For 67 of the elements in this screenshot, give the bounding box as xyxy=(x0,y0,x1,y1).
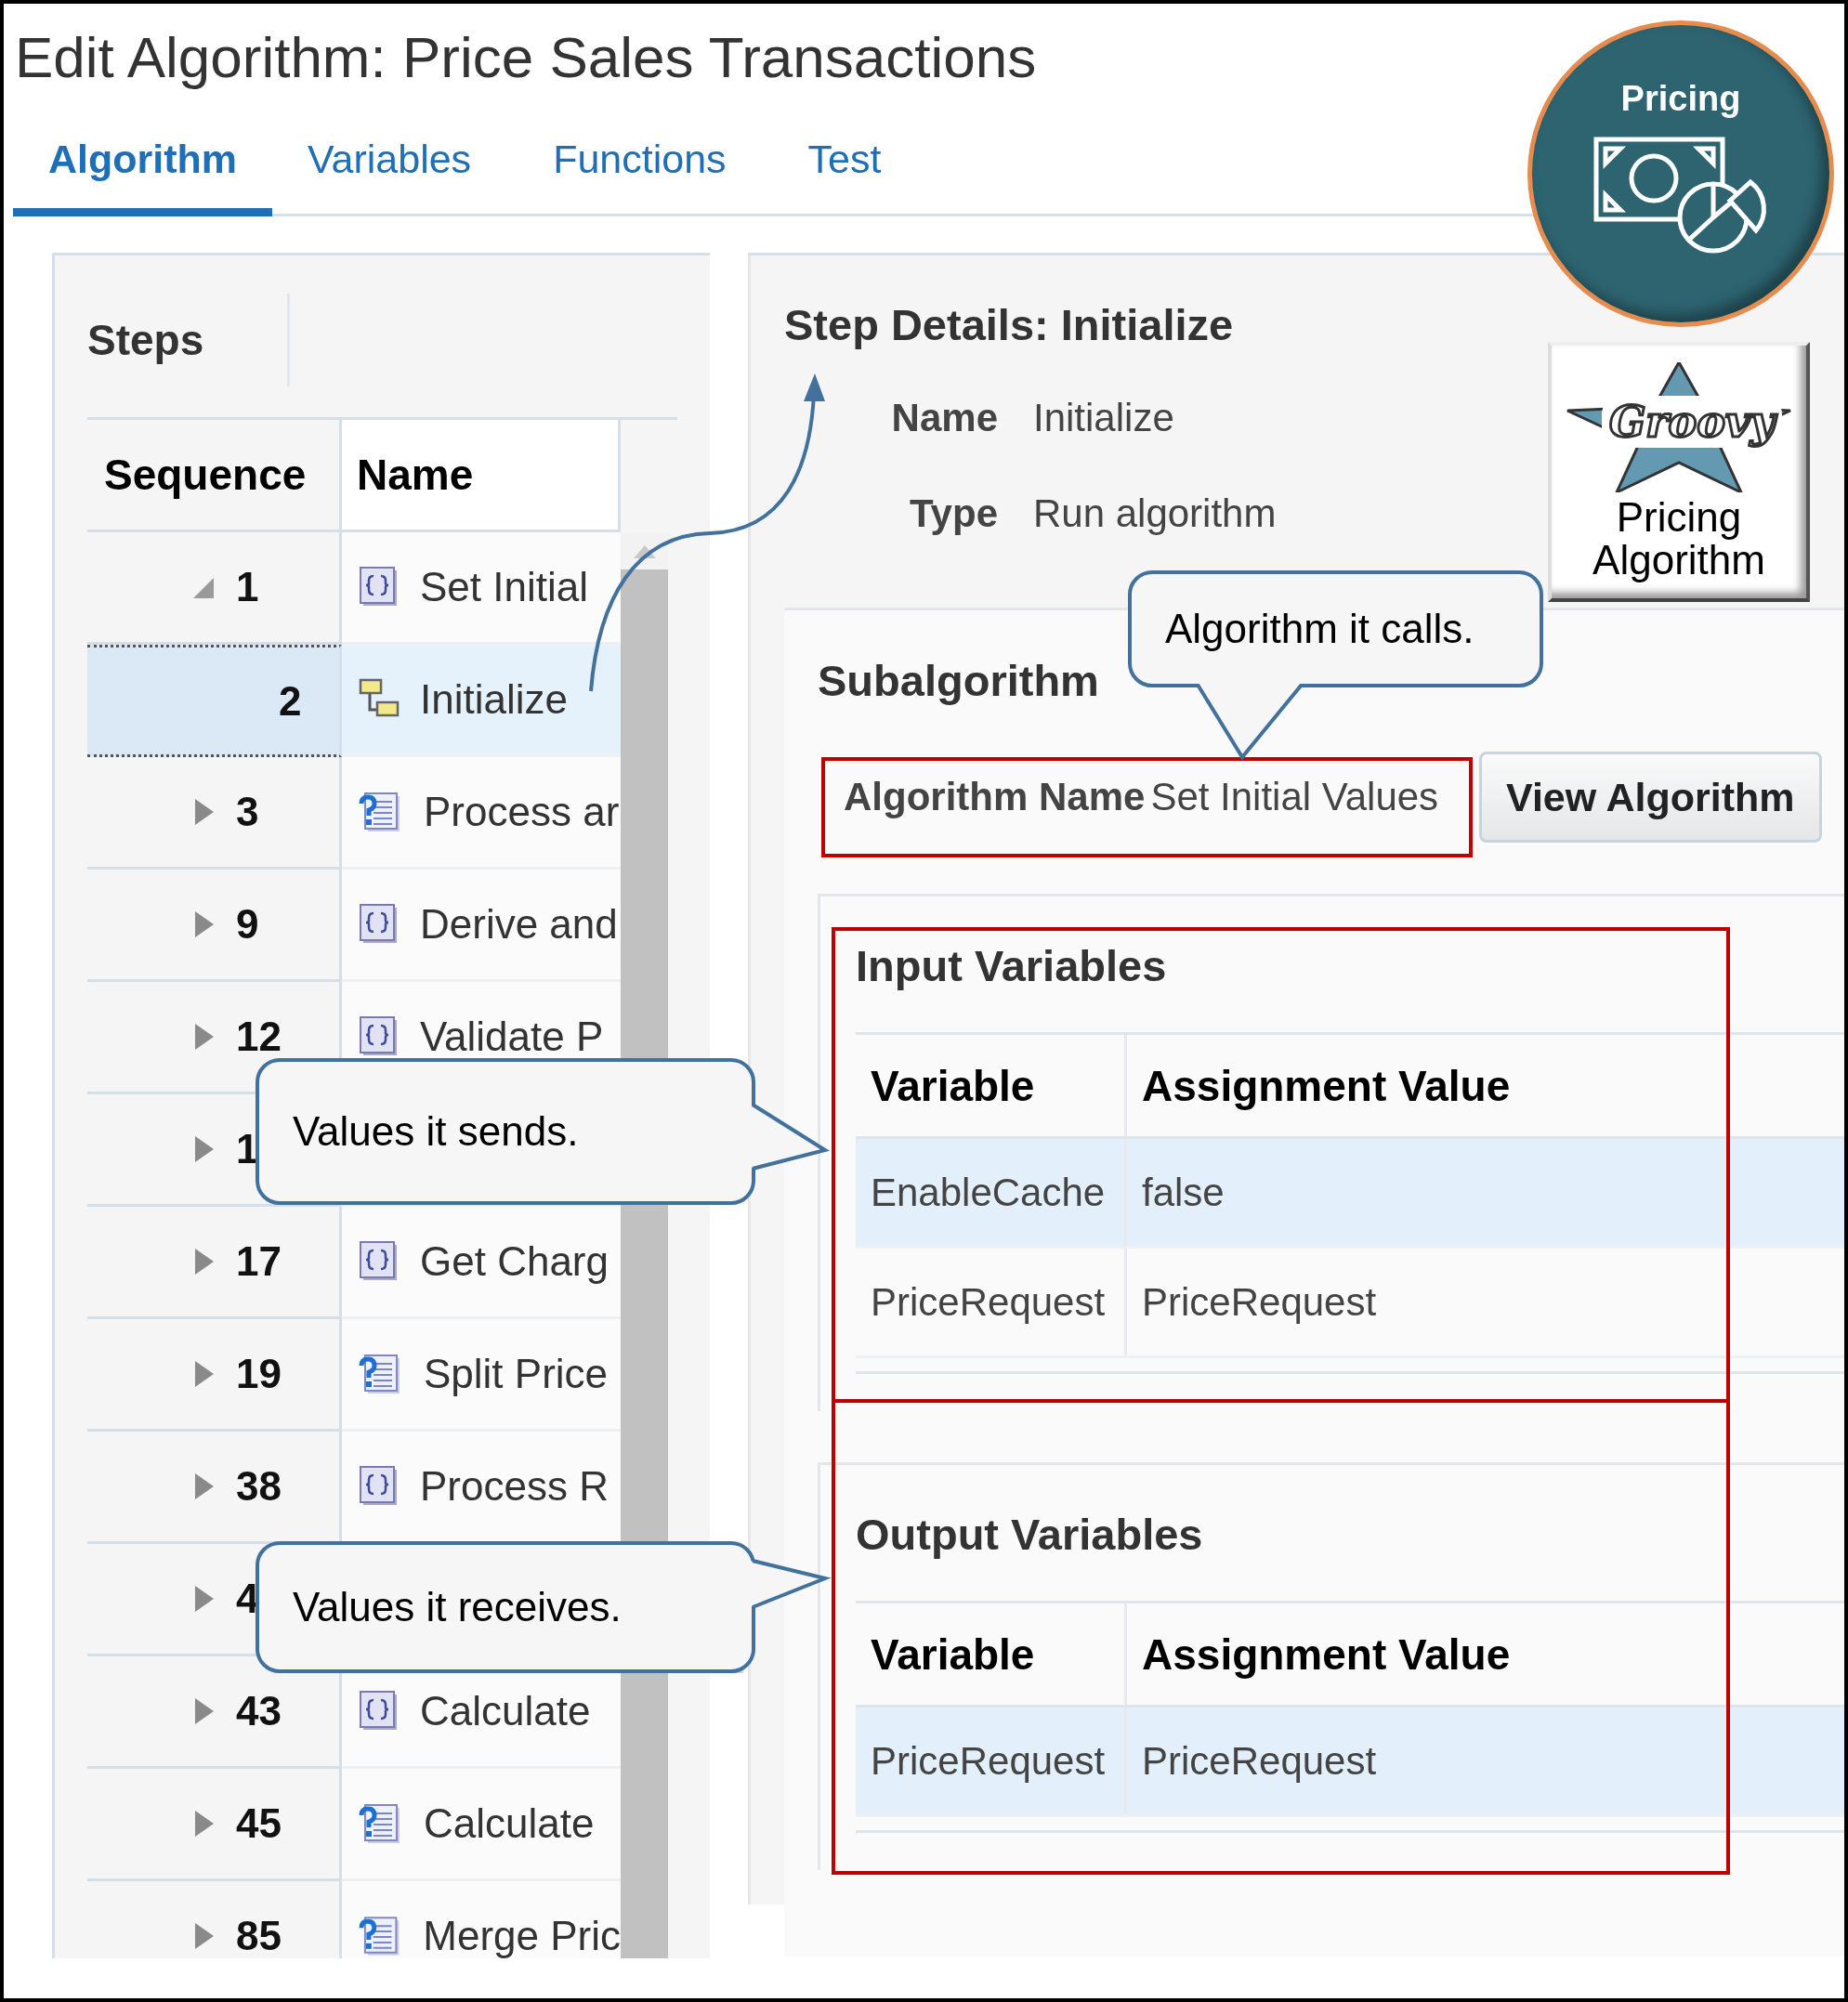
table-cell-text: PriceRequest xyxy=(1141,1737,1378,1785)
step-row[interactable]: 85 Merge Pric xyxy=(87,1881,621,1959)
table-row[interactable]: PriceRequest PriceRequest xyxy=(856,1249,1844,1359)
column-header: Variable xyxy=(856,1603,1127,1706)
sequence-number: 45 xyxy=(236,1800,282,1848)
step-name: Process R xyxy=(420,1463,609,1511)
field-label: Type xyxy=(909,491,998,537)
callout-tooltip: Values it sends. xyxy=(256,1058,755,1205)
logo-text: Groovy xyxy=(1602,396,1783,449)
page-title: Edit Algorithm: Price Sales Transactions xyxy=(14,24,1038,90)
column-header: Variable xyxy=(856,1035,1127,1137)
tab[interactable]: Variables xyxy=(272,111,507,217)
sequence-number: 3 xyxy=(236,789,259,836)
step-name: Get Charg xyxy=(420,1238,609,1286)
column-header: Name xyxy=(342,420,621,530)
panel-title: Step Details: Initialize xyxy=(784,300,1235,351)
field-label: Name xyxy=(890,396,998,441)
panel-title: Steps xyxy=(87,315,205,366)
table-cell: EnableCache xyxy=(856,1139,1127,1247)
table-row[interactable]: PriceRequest PriceRequest xyxy=(856,1708,1844,1818)
table-cell: PriceRequest xyxy=(856,1708,1127,1815)
table-cell-text: PriceRequest xyxy=(1141,1278,1378,1326)
sequence-number: 9 xyxy=(236,901,259,949)
tab[interactable]: Functions xyxy=(518,111,762,217)
callout-tooltip: Values it receives. xyxy=(256,1541,755,1673)
step-name: Initialize xyxy=(420,676,568,724)
sequence-number: 2 xyxy=(279,677,302,725)
sequence-number: 12 xyxy=(236,1014,282,1061)
column-header: Assignment Value xyxy=(1141,1060,1512,1112)
table-cell: PriceRequest xyxy=(856,1249,1127,1356)
field-label: Algorithm Name xyxy=(844,775,1146,820)
section-title: Output Variables xyxy=(856,1509,1204,1562)
step-row[interactable]: 17 Get Charg xyxy=(87,1207,621,1320)
section-title: Input Variables xyxy=(856,940,1168,993)
table-row[interactable]: EnableCache false xyxy=(856,1139,1844,1250)
card-caption: Pricing Algorithm xyxy=(1592,496,1766,582)
view-algorithm-button[interactable]: View Algorithm xyxy=(1479,752,1822,844)
step-row[interactable]: 2 Initialize xyxy=(87,645,621,758)
step-row[interactable]: 1 Set Initial xyxy=(87,532,621,646)
step-name: Process ar xyxy=(424,789,620,836)
step-name: Set Initial xyxy=(420,564,588,611)
sequence-number: 85 xyxy=(236,1913,282,1959)
sequence-number: 19 xyxy=(236,1351,282,1398)
field-value: Set Initial Values xyxy=(1150,775,1439,820)
sequence-number: 1 xyxy=(236,564,259,611)
step-name: Calculate xyxy=(420,1688,591,1735)
section-title: Subalgorithm xyxy=(818,656,1100,707)
field-value: Initialize xyxy=(1033,396,1175,441)
step-name: Calculate xyxy=(424,1800,595,1848)
step-row[interactable]: 38 Process R xyxy=(87,1432,621,1545)
step-name: Split Price xyxy=(424,1351,609,1398)
table-cell-text: false xyxy=(1141,1169,1225,1216)
step-row[interactable]: 9 Derive and xyxy=(87,870,621,983)
step-name: Derive and xyxy=(420,901,618,949)
tab[interactable]: Test xyxy=(772,111,917,217)
step-row[interactable]: 3 Process ar xyxy=(87,757,621,870)
sequence-number: 17 xyxy=(236,1238,282,1286)
step-row[interactable]: 45 Calculate xyxy=(87,1769,621,1882)
sequence-number: 43 xyxy=(236,1688,282,1735)
column-header: Assignment Value xyxy=(1141,1629,1512,1681)
badge-label: Pricing xyxy=(1620,79,1741,119)
step-row[interactable]: 19 Split Price xyxy=(87,1319,621,1433)
tab[interactable]: Algorithm xyxy=(13,111,273,217)
step-name: Validate P xyxy=(420,1014,604,1061)
field-value: Run algorithm xyxy=(1033,491,1277,537)
step-name: Merge Pric xyxy=(423,1913,621,1959)
sequence-number: 38 xyxy=(236,1463,282,1511)
